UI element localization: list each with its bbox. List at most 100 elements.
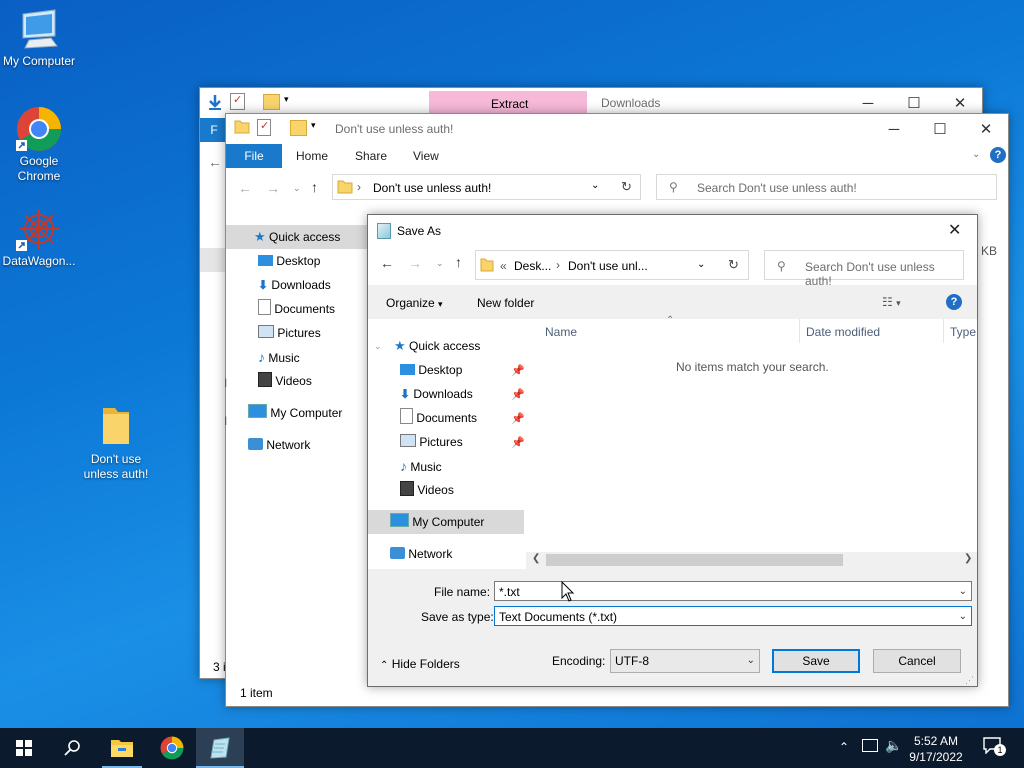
breadcrumb-folder[interactable]: Don't use unl... — [568, 259, 648, 273]
column-divider[interactable] — [799, 319, 800, 343]
column-type[interactable]: Type — [950, 325, 976, 339]
nav-quick-access[interactable]: ★ Quick access — [394, 334, 480, 358]
nav-my-computer[interactable]: My Computer — [390, 510, 484, 534]
tab-share[interactable]: Share — [355, 144, 387, 168]
notification-center-button[interactable]: 1 — [982, 736, 1006, 756]
breadcrumb-desktop[interactable]: Desk... — [514, 259, 551, 273]
folder-icon[interactable] — [263, 94, 280, 110]
pin-icon[interactable]: 📌 — [511, 412, 525, 425]
properties-icon[interactable]: ✓ — [257, 119, 271, 136]
up-arrow-icon[interactable]: ↑ — [311, 179, 318, 195]
column-date-modified[interactable]: Date modified — [806, 325, 880, 339]
tab-view[interactable]: View — [413, 144, 439, 168]
nav-music[interactable]: ♪ Music — [400, 454, 442, 478]
help-icon[interactable]: ? — [946, 294, 962, 310]
nav-network[interactable]: Network — [248, 433, 310, 457]
show-hidden-icons[interactable]: ⌃ — [839, 740, 849, 754]
network-tray-icon[interactable] — [862, 739, 878, 752]
nav-my-computer[interactable]: My Computer — [248, 401, 342, 425]
resize-grip[interactable]: ⋰ — [965, 675, 974, 686]
tab-file[interactable]: File — [226, 144, 282, 168]
up-arrow-icon[interactable]: ↑ — [455, 254, 462, 270]
scrollbar-thumb[interactable] — [546, 554, 843, 566]
start-button[interactable] — [0, 728, 48, 768]
chevron-down-icon[interactable]: ⌄ — [697, 259, 705, 270]
encoding-select[interactable]: UTF-8 ⌄ — [610, 649, 760, 673]
forward-arrow-icon[interactable]: → — [408, 255, 422, 271]
nav-desktop[interactable]: Desktop — [400, 358, 462, 382]
close-button[interactable]: ✕ — [963, 114, 1009, 144]
new-folder-button[interactable]: New folder — [477, 296, 534, 310]
back-arrow-icon[interactable]: ← — [238, 180, 252, 196]
taskbar-file-explorer[interactable] — [98, 728, 146, 768]
file-tab[interactable]: F — [200, 118, 228, 142]
column-name[interactable]: Name — [545, 325, 577, 339]
nav-downloads[interactable]: ⬇ Downloads — [400, 382, 473, 406]
organize-button[interactable]: Organize ▾ — [386, 296, 443, 310]
nav-documents[interactable]: Documents — [258, 297, 335, 321]
nav-desktop[interactable]: Desktop — [258, 249, 320, 273]
view-options-icon[interactable]: ☷ ▾ — [882, 295, 901, 309]
recent-chevron-icon[interactable]: ⌄ — [436, 258, 444, 269]
pin-icon[interactable]: 📌 — [511, 364, 525, 377]
dialog-address-bar[interactable]: « Desk... › Don't use unl... ⌄ ↻ — [475, 250, 749, 280]
pin-icon[interactable]: 📌 — [511, 388, 525, 401]
save-button[interactable]: Save — [772, 649, 860, 673]
nav-music[interactable]: ♪ Music — [258, 345, 300, 369]
clock[interactable]: 5:52 AM 9/17/2022 — [905, 733, 967, 765]
recent-chevron-icon[interactable]: ⌄ — [293, 183, 301, 194]
chevron-down-icon[interactable]: ⌄ — [959, 607, 967, 627]
back-arrow-icon[interactable]: ← — [208, 154, 222, 170]
maximize-button[interactable]: ☐ — [917, 114, 963, 144]
cancel-button[interactable]: Cancel — [873, 649, 961, 673]
save-as-type-select[interactable]: Text Documents (*.txt) ⌄ — [494, 606, 972, 626]
nav-pictures[interactable]: Pictures — [258, 321, 321, 345]
taskbar-notepad[interactable] — [196, 728, 244, 768]
pin-icon[interactable]: 📌 — [511, 436, 525, 449]
chevron-down-icon[interactable]: ⌄ — [747, 650, 755, 672]
nav-downloads[interactable]: ⬇ Downloads — [258, 273, 331, 297]
refresh-icon[interactable]: ↻ — [728, 257, 739, 273]
nav-videos[interactable]: Videos — [400, 478, 454, 502]
search-input[interactable]: ⚲ Search Don't use unless auth! — [656, 174, 997, 200]
minimize-button[interactable]: ─ — [871, 114, 917, 144]
close-icon[interactable]: ✕ — [948, 220, 961, 240]
desktop-icon-my-computer[interactable]: My Computer — [1, 8, 77, 69]
chevron-down-icon[interactable]: ⌄ — [374, 341, 382, 352]
tab-home[interactable]: Home — [296, 144, 328, 168]
breadcrumb-overflow[interactable]: « — [500, 259, 507, 273]
refresh-icon[interactable]: ↻ — [621, 179, 632, 195]
scroll-left-icon[interactable]: ❮ — [532, 553, 540, 564]
new-folder-icon[interactable] — [290, 120, 307, 136]
desktop-icon-chrome[interactable]: Google Chrome — [1, 106, 77, 184]
address-bar[interactable]: › Don't use unless auth! ⌄ ↻ — [332, 174, 641, 200]
horizontal-scrollbar[interactable]: ❮ ❯ — [526, 552, 977, 569]
dialog-title-bar[interactable]: Save As ✕ — [368, 215, 977, 245]
nav-pictures[interactable]: Pictures — [400, 430, 463, 454]
nav-videos[interactable]: Videos — [258, 369, 312, 393]
chevron-down-icon[interactable]: ▾ — [311, 120, 316, 131]
chevron-down-icon[interactable]: ⌄ — [959, 582, 967, 602]
save-as-dialog[interactable]: Save As ✕ ← → ⌄ ↑ « Desk... › Don't use … — [367, 214, 978, 687]
chevron-down-icon[interactable]: ▾ — [284, 94, 289, 105]
volume-icon[interactable]: 🔈 — [885, 737, 902, 754]
nav-documents[interactable]: Documents — [400, 406, 477, 430]
chevron-down-icon[interactable]: ⌄ — [591, 180, 599, 191]
nav-quick-access[interactable]: ★ Quick access — [254, 225, 340, 249]
desktop-icon-folder[interactable]: Don't use unless auth! — [78, 404, 154, 482]
properties-icon[interactable]: ✓ — [230, 93, 245, 110]
hide-folders-button[interactable]: ⌃ Hide Folders — [380, 657, 460, 671]
help-icon[interactable]: ? — [990, 147, 1006, 163]
title-bar[interactable]: ✓ ▾ Extract Downloads ─ ☐ ✕ — [200, 88, 982, 116]
dialog-search-input[interactable]: ⚲ Search Don't use unless auth! — [764, 250, 964, 288]
ribbon-context-tab[interactable]: Extract — [429, 91, 587, 115]
back-arrow-icon[interactable]: ← — [380, 255, 394, 271]
scroll-right-icon[interactable]: ❯ — [964, 553, 972, 564]
desktop-icon-datawagon[interactable]: DataWagon... — [1, 206, 77, 269]
search-button[interactable] — [48, 728, 96, 768]
nav-network[interactable]: Network — [390, 542, 452, 566]
column-divider[interactable] — [943, 319, 944, 343]
expand-ribbon-icon[interactable]: ⌄ — [972, 149, 980, 160]
taskbar-chrome[interactable] — [148, 728, 196, 768]
forward-arrow-icon[interactable]: → — [266, 180, 280, 196]
